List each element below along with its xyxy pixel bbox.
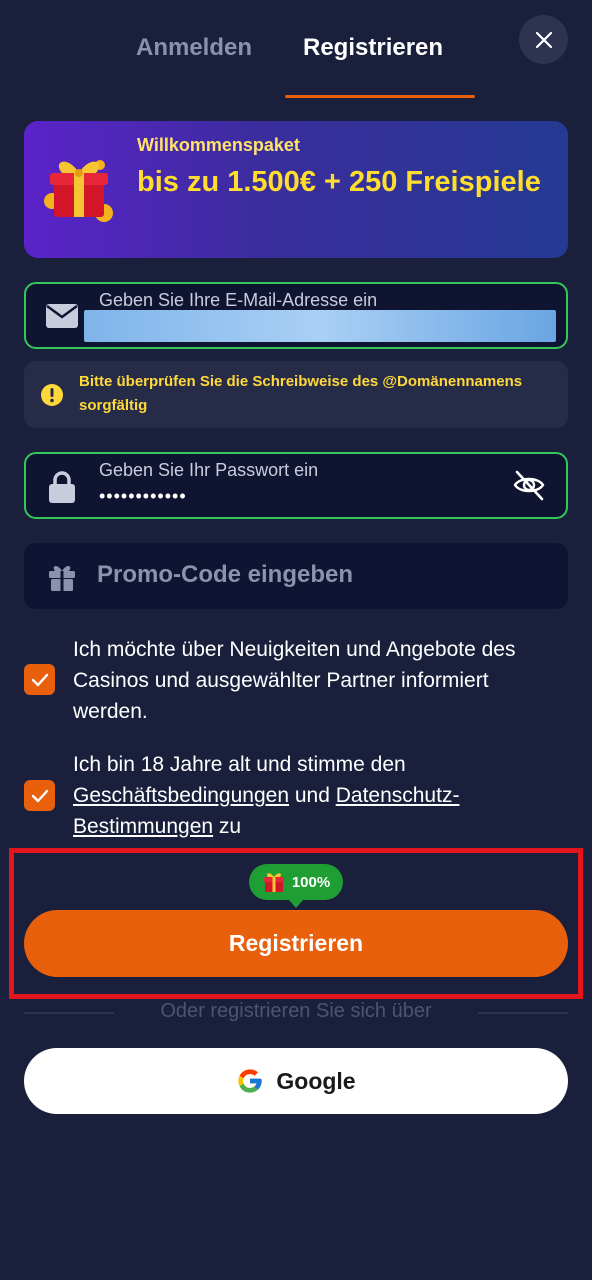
- banner-title: bis zu 1.500€ + 250 Freispiele: [137, 166, 541, 198]
- check-icon: [31, 789, 48, 802]
- gift-icon: [263, 873, 284, 892]
- warning-text: Bitte überprüfen Sie die Schreibweise de…: [79, 373, 523, 414]
- bonus-badge-pointer: [288, 899, 304, 908]
- consent-age-text: Ich bin 18 Jahre alt und stimme den Gesc…: [73, 749, 567, 842]
- eye-off-icon[interactable]: [512, 468, 546, 502]
- bonus-percent: 100%: [291, 873, 331, 891]
- tab-login[interactable]: Anmelden: [136, 30, 252, 70]
- password-label: Geben Sie Ihr Passwort ein: [99, 460, 319, 480]
- consent-age-text-start: Ich bin 18 Jahre alt und stimme den: [73, 753, 406, 776]
- lock-icon: [49, 471, 75, 503]
- consent-age-text-middle: und: [289, 784, 336, 807]
- promo-placeholder: Promo-Code eingeben: [97, 561, 354, 588]
- google-icon: [238, 1069, 263, 1093]
- gift-icon: [44, 160, 113, 222]
- consent-news-checkbox[interactable]: [24, 664, 55, 695]
- email-value-redacted: [84, 310, 556, 342]
- consent-age-checkbox[interactable]: [24, 780, 55, 811]
- password-field[interactable]: Geben Sie Ihr Passwort ein ••••••••••••: [24, 452, 568, 519]
- close-icon: [535, 31, 552, 48]
- mail-icon: [46, 304, 78, 328]
- terms-link[interactable]: Geschäftsbedingungen: [73, 784, 289, 807]
- active-tab-indicator: [285, 95, 475, 98]
- google-label: Google: [276, 1067, 356, 1094]
- tab-register[interactable]: Registrieren: [303, 30, 443, 70]
- consent-news-text: Ich möchte über Neuigkeiten und Angebote…: [73, 638, 516, 723]
- promo-code-input[interactable]: Promo-Code eingeben: [24, 543, 568, 609]
- google-signup-button[interactable]: Google: [24, 1048, 568, 1114]
- welcome-banner: Willkommenspaket bis zu 1.500€ + 250 Fre…: [24, 121, 568, 258]
- password-value: ••••••••••••: [99, 486, 187, 506]
- email-label: Geben Sie Ihre E-Mail-Adresse ein: [99, 290, 378, 310]
- consent-age-text-end: zu: [213, 815, 242, 838]
- email-field[interactable]: Geben Sie Ihre E-Mail-Adresse ein: [24, 282, 568, 349]
- registration-screen: Anmelden Registrieren Willkommenspaket b…: [0, 0, 592, 1280]
- close-button[interactable]: [519, 15, 568, 64]
- register-button[interactable]: Registrieren: [24, 910, 568, 977]
- bonus-badge: 100%: [249, 864, 343, 900]
- check-icon: [31, 673, 48, 686]
- email-warning: Bitte überprüfen Sie die Schreibweise de…: [24, 361, 568, 428]
- banner-subtitle: Willkommenspaket: [137, 135, 300, 155]
- gift-icon: [49, 566, 75, 591]
- divider-line-right: [478, 1012, 568, 1014]
- warning-icon: [41, 384, 63, 406]
